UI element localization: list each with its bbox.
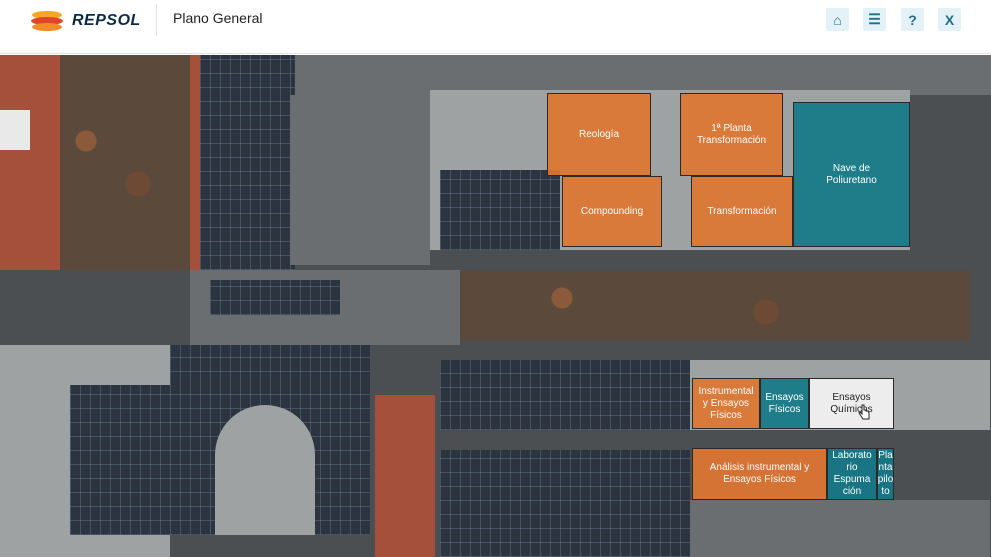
map-courtyard-trees — [460, 270, 970, 340]
zone-instrumental-ensayos-fisicos[interactable]: Instrumental y Ensayos Físicos — [692, 378, 760, 429]
menu-button[interactable]: ☰ — [863, 8, 886, 31]
zone-label: Ensayos Físicos — [765, 391, 804, 415]
zone-ensayos-quimicos[interactable]: Ensayos Químicos — [809, 378, 894, 429]
close-button[interactable]: X — [938, 8, 961, 31]
map-solar-roof-7 — [440, 450, 690, 557]
zone-laboratorio-espumacion[interactable]: Laborato rio Espuma ción — [827, 448, 877, 500]
zone-ensayos-fisicos[interactable]: Ensayos Físicos — [760, 378, 809, 429]
zone-primera-planta-transformacion[interactable]: 1ª Planta Transformación — [680, 93, 783, 176]
zone-planta-piloto[interactable]: Pla nta pilo to — [877, 448, 894, 500]
page-title: Plano General — [173, 10, 263, 26]
zone-label: Pla nta pilo to — [877, 450, 894, 497]
zone-label: Laborato rio Espuma ción — [832, 450, 872, 497]
zone-label: Análisis instrumental y Ensayos Físicos — [709, 462, 810, 485]
map-solar-roof-6 — [440, 360, 690, 430]
zone-compounding[interactable]: Compounding — [562, 176, 662, 247]
help-button[interactable]: ? — [901, 8, 924, 31]
repsol-logo: REPSOL — [30, 8, 141, 34]
zone-transformacion[interactable]: Transformación — [691, 176, 793, 247]
map-solar-roof-1 — [200, 55, 295, 270]
map-red-path — [375, 395, 435, 557]
map-roof-north — [295, 55, 991, 95]
zone-nave-poliuretano[interactable]: Nave de Poliuretano — [793, 102, 910, 247]
map-roof-south — [690, 500, 990, 557]
zone-label: Compounding — [580, 205, 644, 217]
header-divider — [156, 4, 157, 36]
zone-label: 1ª Planta Transformación — [696, 122, 767, 146]
menu-icon: ☰ — [868, 11, 881, 27]
hand-cursor-icon — [858, 404, 870, 420]
close-icon: X — [944, 11, 955, 28]
home-button[interactable]: ⌂ — [826, 8, 849, 31]
zone-analisis-instrumental[interactable]: Análisis instrumental y Ensayos Físicos — [692, 448, 827, 500]
zone-label: Nave de Poliuretano — [826, 162, 877, 186]
map-solar-roof-3 — [210, 280, 340, 315]
zone-reologia[interactable]: Reología — [547, 93, 651, 176]
map-building-west — [0, 110, 30, 150]
brand-name: REPSOL — [72, 12, 141, 29]
zone-label: Reología — [578, 128, 620, 140]
repsol-logo-mark — [31, 11, 63, 31]
help-icon: ? — [908, 11, 917, 28]
home-icon: ⌂ — [833, 11, 842, 28]
map-roof-mid — [290, 95, 430, 265]
aerial-site-map[interactable]: Reología Compounding 1ª Planta Transform… — [0, 55, 991, 557]
map-round-building — [215, 405, 315, 535]
app-header: REPSOL Plano General ⌂ ☰ ? X — [0, 0, 991, 54]
map-trees-west — [60, 55, 190, 270]
map-solar-roof-2 — [440, 170, 560, 250]
zone-label: Instrumental y Ensayos Físicos — [698, 385, 754, 421]
zone-label: Transformación — [707, 205, 777, 217]
